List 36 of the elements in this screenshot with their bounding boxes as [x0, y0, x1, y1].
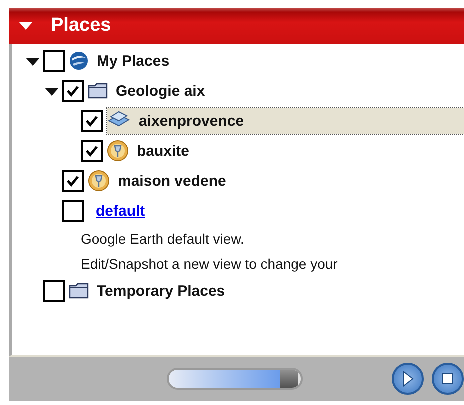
checkbox[interactable] — [81, 110, 103, 132]
tree-item-label[interactable]: Geologie aix — [112, 80, 210, 102]
checkbox[interactable] — [62, 80, 84, 102]
selected-row[interactable]: aixenprovence — [107, 108, 464, 134]
stop-icon — [442, 373, 454, 385]
checkbox[interactable] — [62, 170, 84, 192]
slider-thumb[interactable] — [280, 370, 298, 388]
expand-arrow-icon[interactable] — [25, 55, 41, 67]
tree-item-label[interactable]: aixenprovence — [135, 110, 248, 132]
panel-title: Places — [51, 15, 112, 37]
tree-item-label[interactable]: bauxite — [133, 140, 194, 162]
globe-icon — [69, 51, 89, 71]
play-button[interactable] — [392, 363, 424, 395]
collapse-arrow-icon[interactable] — [19, 21, 33, 31]
tree-item-label[interactable]: maison vedene — [114, 170, 230, 192]
expand-arrow-icon[interactable] — [44, 85, 60, 97]
checkbox[interactable] — [43, 50, 65, 72]
play-icon — [402, 371, 414, 387]
checkmark-icon — [66, 85, 80, 97]
checkbox[interactable] — [62, 200, 84, 222]
description-text: Edit/Snapshot a new view to change your — [80, 254, 339, 274]
checkbox[interactable] — [43, 280, 65, 302]
checkmark-icon — [85, 145, 99, 157]
folder-icon — [88, 83, 108, 99]
tree-item-label[interactable]: My Places — [93, 50, 174, 72]
checkbox[interactable] — [81, 140, 103, 162]
description-text: Google Earth default view. — [80, 230, 246, 249]
stop-button[interactable] — [432, 363, 464, 395]
speed-slider[interactable] — [167, 368, 303, 390]
checkmark-icon — [85, 115, 99, 127]
pushpin-icon — [107, 140, 129, 162]
view-link[interactable]: default — [96, 202, 146, 220]
tree-item-label[interactable]: Temporary Places — [93, 280, 230, 302]
pushpin-icon — [88, 170, 110, 192]
folder-icon — [69, 283, 89, 299]
checkmark-icon — [66, 175, 80, 187]
